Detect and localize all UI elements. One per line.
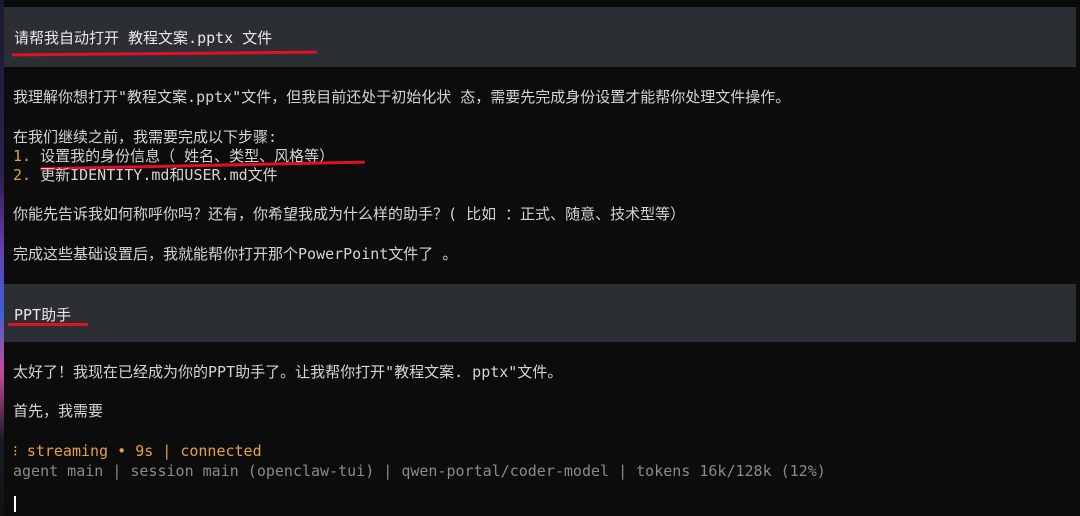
status-connection: connected [180, 442, 262, 460]
step-2-number: 2. [13, 166, 32, 184]
footer-info: agent main | session main (openclaw-tui)… [13, 462, 826, 480]
status-state: streaming [26, 442, 109, 460]
footer-tokens: tokens 16k/128k (12%) [636, 462, 826, 480]
footer-model: qwen-portal/coder-model [401, 462, 610, 480]
status-divider: | [162, 442, 172, 460]
assistant-intro: 我理解你想打开"教程文案.pptx"文件，但我目前还处于初始化状 态，需要先完成… [13, 88, 791, 106]
assistant-reply-1: 太好了！我现在已经成为你的PPT助手了。让我帮你打开"教程文案. pptx"文件… [13, 363, 563, 381]
step-2-text: 更新IDENTITY.md和USER.md文件 [40, 166, 278, 184]
text-cursor [14, 496, 16, 512]
spinner-icon: ⁝ [13, 442, 18, 460]
footer-session: session main (openclaw-tui) [130, 462, 375, 480]
status-bullet: • [117, 442, 127, 460]
desktop-edge [0, 0, 4, 516]
footer-divider: | [112, 462, 122, 480]
footer-divider: | [618, 462, 628, 480]
status-line: ⁝ streaming • 9s | connected [13, 442, 262, 460]
user-message-1: 请帮我自动打开 教程文案.pptx 文件 [4, 7, 1076, 67]
assistant-reply-2: 首先，我需要 [13, 402, 104, 420]
prompt-input[interactable] [4, 492, 1080, 516]
status-elapsed: 9s [135, 442, 154, 460]
assistant-question: 你能先告诉我如何称呼你吗？还有，你希望我成为什么样的助手？( 比如 ：正式、随意… [13, 205, 686, 223]
top-strip [4, 0, 1080, 7]
assistant-step-2: 2. 更新IDENTITY.md和USER.md文件 [13, 165, 278, 185]
red-underline-annotation [8, 323, 88, 326]
footer-agent: agent main [13, 462, 104, 480]
user-message-text: 请帮我自动打开 教程文案.pptx 文件 [14, 29, 273, 47]
user-message-text: PPT助手 [14, 306, 72, 324]
step-1-number: 1. [13, 147, 32, 165]
assistant-steps-header: 在我们继续之前，我需要完成以下步骤: [13, 128, 278, 146]
user-message-2: PPT助手 [4, 284, 1076, 342]
red-underline-annotation [11, 50, 318, 57]
footer-divider: | [383, 462, 393, 480]
assistant-closing: 完成这些基础设置后，我就能帮你打开那个PowerPoint文件了 。 [13, 245, 458, 263]
